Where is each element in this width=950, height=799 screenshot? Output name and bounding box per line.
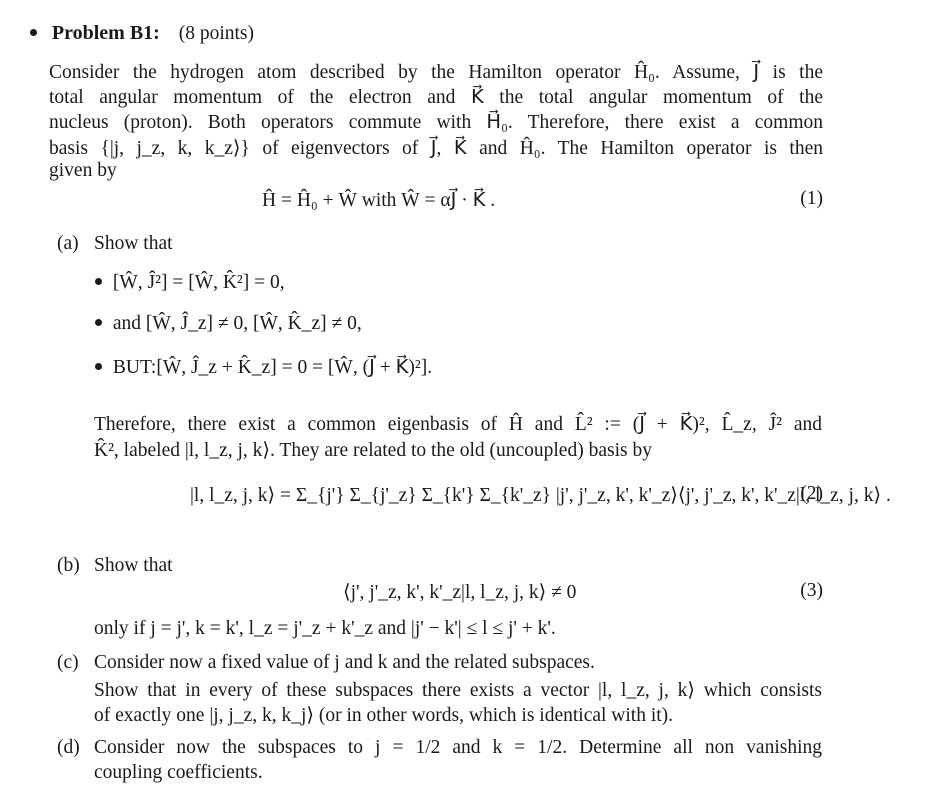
problem-sheet: Problem B1: (8 points) Consider the hydr… [0,0,950,799]
part-a-label: (a) [57,233,79,254]
bullet-icon [95,278,102,286]
part-d-label: (d) [57,737,80,758]
part-d-line: coupling coefficients. [94,762,263,783]
part-a-bullet-text: BUT:[Ŵ, Ĵ_z + K̂_z] = 0 = [Ŵ, (J⃗ + K⃗)²… [112,357,433,378]
problem-header: Problem B1: (8 points) [30,22,254,45]
part-b-lead: Show that [94,555,173,576]
part-a-bullet: [Ŵ, Ĵ²] = [Ŵ, K̂²] = 0, [95,272,285,294]
part-a-lead: Show that [94,233,173,254]
bullet-icon [95,363,102,371]
part-c-label: (c) [57,652,79,673]
problem-title: Problem B1: [51,22,160,44]
equation-2-number: (2) [800,483,823,504]
part-d-line: Consider now the subspaces to j = 1/2 an… [94,737,822,758]
part-a-bullet-text: [Ŵ, Ĵ²] = [Ŵ, K̂²] = 0, [112,272,285,293]
intro-line: nucleus (proton). Both operators commute… [49,112,823,133]
equation-3: ⟨j', j'_z, k', k'_z|l, l_z, j, k⟩ ≠ 0 [343,582,577,603]
bullet-icon [30,29,37,37]
part-a-bullet: BUT:[Ŵ, Ĵ_z + K̂_z] = 0 = [Ŵ, (J⃗ + K⃗)²… [95,355,432,379]
part-c-line: Consider now a fixed value of j and k an… [94,652,595,673]
equation-1: Ĥ = Ĥ₀ + Ŵ with Ŵ = αJ⃗ · K⃗ . [262,190,496,211]
part-a-bullet-text: and [Ŵ, Ĵ_z] ≠ 0, [Ŵ, K̂_z] ≠ 0, [112,313,362,334]
equation-2: |l, l_z, j, k⟩ = Σ_{j'} Σ_{j'_z} Σ_{k'} … [190,485,891,506]
equation-3-number: (3) [800,580,823,601]
intro-line: Consider the hydrogen atom described by … [49,62,823,83]
part-b-label: (b) [57,555,80,576]
part-c-line: Show that in every of these subspaces th… [94,680,822,701]
part-b-condition: only if j = j', k = k', l_z = j'_z + k'_… [94,618,556,639]
intro-line: basis {|j, j_z, k, k_z⟩} of eigenvectors… [49,138,823,159]
intro-line: given by [49,160,117,181]
equation-1-number: (1) [800,188,823,209]
part-c-line: of exactly one |j, j_z, k, k_j⟩ (or in o… [94,705,674,726]
part-a-follow-line: K̂², labeled |l, l_z, j, k⟩. They are re… [94,440,652,461]
bullet-icon [95,319,102,327]
intro-line: total angular momentum of the electron a… [49,87,823,108]
part-a-follow-line: Therefore, there exist a common eigenbas… [94,414,822,435]
problem-points: (8 points) [178,23,254,44]
part-a-bullet: and [Ŵ, Ĵ_z] ≠ 0, [Ŵ, K̂_z] ≠ 0, [95,313,362,335]
